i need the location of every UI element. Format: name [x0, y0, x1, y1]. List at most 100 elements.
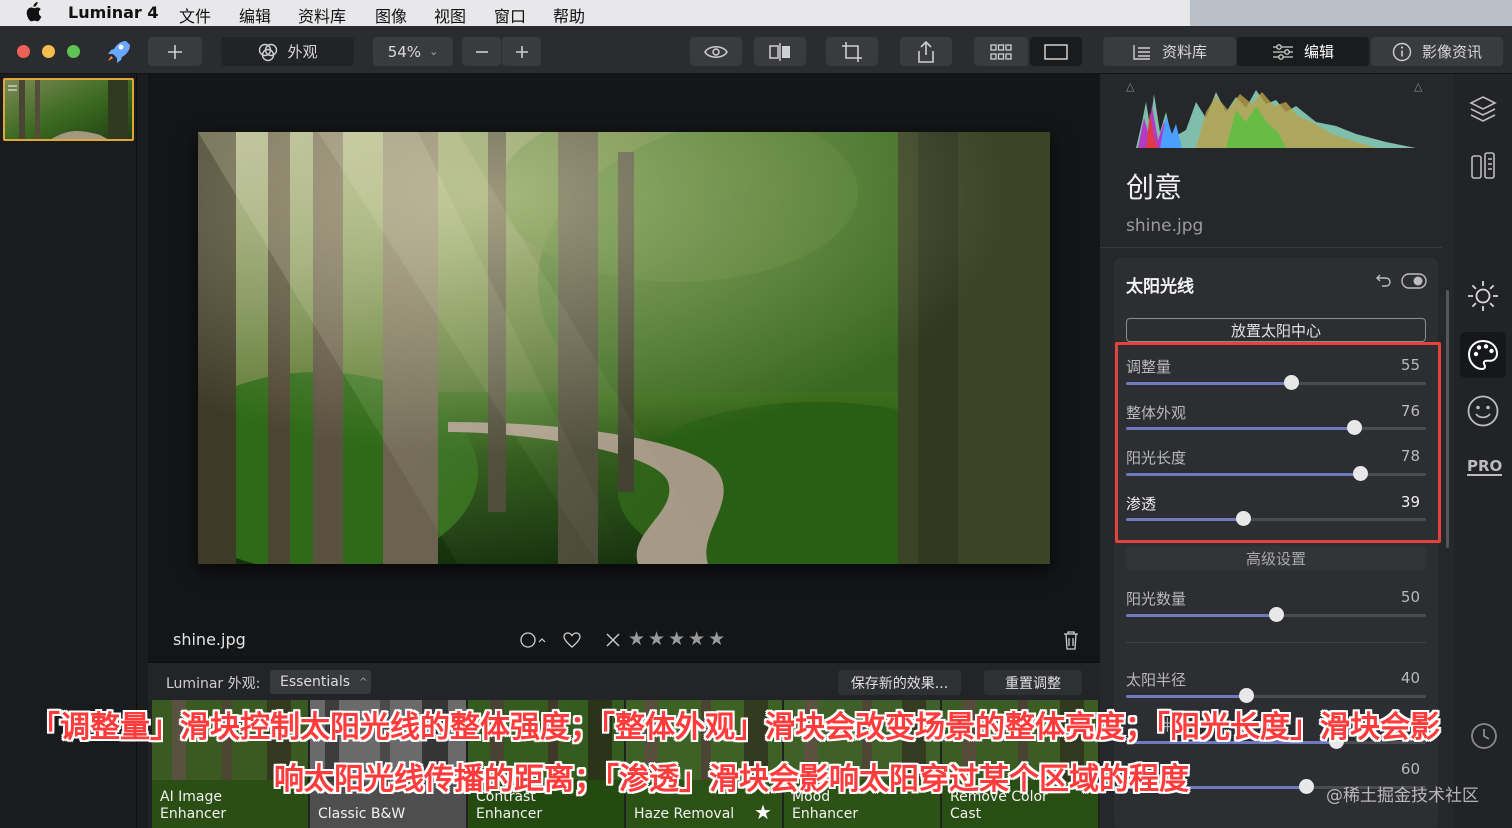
star-rating[interactable]: ★★★★★ — [628, 628, 728, 650]
menu-help[interactable]: 帮助 — [553, 3, 585, 27]
tab-library[interactable]: 资料库 — [1103, 37, 1236, 66]
trash-icon[interactable] — [1063, 630, 1079, 650]
looks-category-value: Essentials — [280, 674, 351, 690]
tool-category-strip: PRO — [1454, 74, 1512, 828]
divider — [1100, 247, 1442, 248]
slider-ray-count-fill — [1126, 614, 1276, 617]
heart-icon[interactable] — [563, 632, 581, 648]
share-button[interactable] — [900, 37, 952, 66]
looks-category-dropdown[interactable]: Essentials ^ — [270, 670, 371, 694]
look-label-line2: Haze Removal — [634, 806, 735, 822]
pro-label: PRO — [1467, 457, 1503, 475]
tab-edit[interactable]: 编辑 — [1237, 37, 1369, 66]
slider-overall-look-knob[interactable] — [1346, 420, 1362, 435]
close-window-button[interactable] — [17, 45, 30, 58]
annotation-caption-line1: 「调整量」滑块控制太阳光线的整体强度；「整体外观」滑块会改变场景的整体亮度；「阳… — [30, 710, 1440, 745]
slider-amount-knob[interactable] — [1283, 375, 1299, 390]
zoom-dropdown[interactable]: 54% ⌄ — [373, 37, 453, 66]
slider-amount-value: 55 — [1400, 356, 1420, 374]
slider-ray-count-label: 阳光数量 — [1126, 590, 1187, 608]
slider-sun-radius-value: 40 — [1400, 669, 1420, 687]
image-thumbnail[interactable] — [3, 78, 134, 141]
palette-icon — [1467, 339, 1499, 371]
menu-library[interactable]: 资料库 — [298, 3, 346, 27]
pro-tools-icon[interactable]: PRO — [1467, 457, 1503, 476]
split-view-icon — [769, 42, 790, 61]
menu-file[interactable]: 文件 — [179, 3, 211, 27]
panel-filename: shine.jpg — [1126, 216, 1204, 236]
slider-ray-length-label: 阳光长度 — [1126, 449, 1187, 467]
tool-toggle[interactable] — [1401, 273, 1427, 289]
canvas-tools-icon[interactable] — [1468, 150, 1498, 182]
undo-icon[interactable] — [1376, 272, 1392, 288]
look-label-line2: Enhancer — [792, 806, 859, 822]
app-name-menu[interactable]: Luminar 4 — [68, 3, 159, 22]
reset-adjustments-button[interactable]: 重置调整 — [984, 670, 1082, 695]
crop-button[interactable] — [826, 37, 878, 66]
look-label-line2: Cast — [950, 806, 982, 822]
slider-penetration-knob[interactable] — [1235, 511, 1251, 526]
slider-amount-fill — [1126, 382, 1291, 385]
look-label-line2: Enhancer — [160, 806, 227, 822]
creative-tab-active[interactable] — [1460, 332, 1506, 378]
canvas-filename: shine.jpg — [173, 630, 246, 649]
layers-icon[interactable] — [1468, 94, 1498, 124]
advanced-settings-toggle[interactable]: 高级设置 — [1126, 546, 1426, 570]
menu-image[interactable]: 图像 — [375, 3, 407, 27]
chevron-down-icon: ⌄ — [429, 45, 439, 58]
grid-view-button[interactable] — [974, 37, 1028, 66]
reject-icon[interactable] — [606, 633, 620, 647]
sliders-icon — [1272, 43, 1294, 61]
apple-icon[interactable] — [24, 2, 42, 22]
tab-info[interactable]: 影像资讯 — [1371, 37, 1503, 66]
tab-info-label: 影像资讯 — [1421, 43, 1482, 61]
menu-view[interactable]: 视图 — [434, 3, 466, 27]
panel-scrollbar[interactable] — [1446, 290, 1449, 548]
slider-ray-count-knob[interactable] — [1268, 607, 1284, 622]
looks-button[interactable]: 外观 — [221, 37, 354, 66]
menu-window[interactable]: 窗口 — [494, 3, 526, 27]
rocket-icon[interactable] — [104, 38, 132, 64]
shadow-clipping-icon[interactable]: △ — [1126, 80, 1134, 93]
watermark: @稀土掘金技术社区 — [1326, 786, 1479, 806]
slider-overall-look-value: 76 — [1400, 402, 1420, 420]
zoom-window-button[interactable] — [67, 45, 80, 58]
tool-title: 太阳光线 — [1126, 277, 1194, 297]
crop-icon — [842, 41, 862, 62]
zoom-value: 54% — [387, 42, 422, 61]
looks-icon — [257, 42, 279, 62]
section-title: 创意 — [1126, 171, 1183, 204]
single-view-button[interactable] — [1030, 37, 1082, 66]
menu-edit[interactable]: 编辑 — [239, 3, 271, 27]
compare-button[interactable] — [754, 37, 806, 66]
slider-overall-look-fill — [1126, 427, 1354, 430]
preview-button[interactable] — [690, 37, 742, 66]
image-info-bar: shine.jpg ★★★★★ — [148, 616, 1100, 662]
save-look-button[interactable]: 保存新的效果... — [838, 670, 961, 695]
image-canvas — [148, 74, 1100, 662]
forest-photo[interactable] — [198, 132, 1050, 564]
info-icon — [1392, 42, 1412, 62]
grid-icon — [990, 43, 1012, 60]
essentials-sun-icon[interactable] — [1466, 279, 1500, 313]
divider — [1126, 642, 1426, 643]
flag-circle-icon[interactable] — [520, 631, 550, 649]
minimize-window-button[interactable] — [42, 45, 55, 58]
library-icon — [1132, 43, 1152, 61]
place-sun-center-button[interactable]: 放置太阳中心 — [1126, 318, 1426, 342]
portrait-face-icon[interactable] — [1466, 394, 1500, 428]
zoom-out-button[interactable] — [462, 37, 501, 66]
share-icon — [918, 40, 934, 63]
slider-sun-radius-label: 太阳半径 — [1126, 671, 1187, 689]
looks-bar: Luminar 外观: Essentials ^ 保存新的效果... 重置调整 — [148, 662, 1100, 700]
slider-sun-radius-knob[interactable] — [1238, 688, 1254, 703]
zoom-in-button[interactable] — [502, 37, 541, 66]
tab-edit-label: 编辑 — [1303, 43, 1334, 61]
slider-ray-length-value: 78 — [1400, 447, 1420, 465]
favorite-star-icon[interactable]: ★ — [754, 800, 772, 824]
slider-last-value: 60 — [1400, 760, 1420, 778]
slider-last-knob[interactable] — [1298, 779, 1314, 794]
history-clock-icon[interactable] — [1470, 722, 1498, 750]
slider-ray-length-knob[interactable] — [1352, 466, 1368, 481]
add-button[interactable] — [148, 37, 202, 66]
